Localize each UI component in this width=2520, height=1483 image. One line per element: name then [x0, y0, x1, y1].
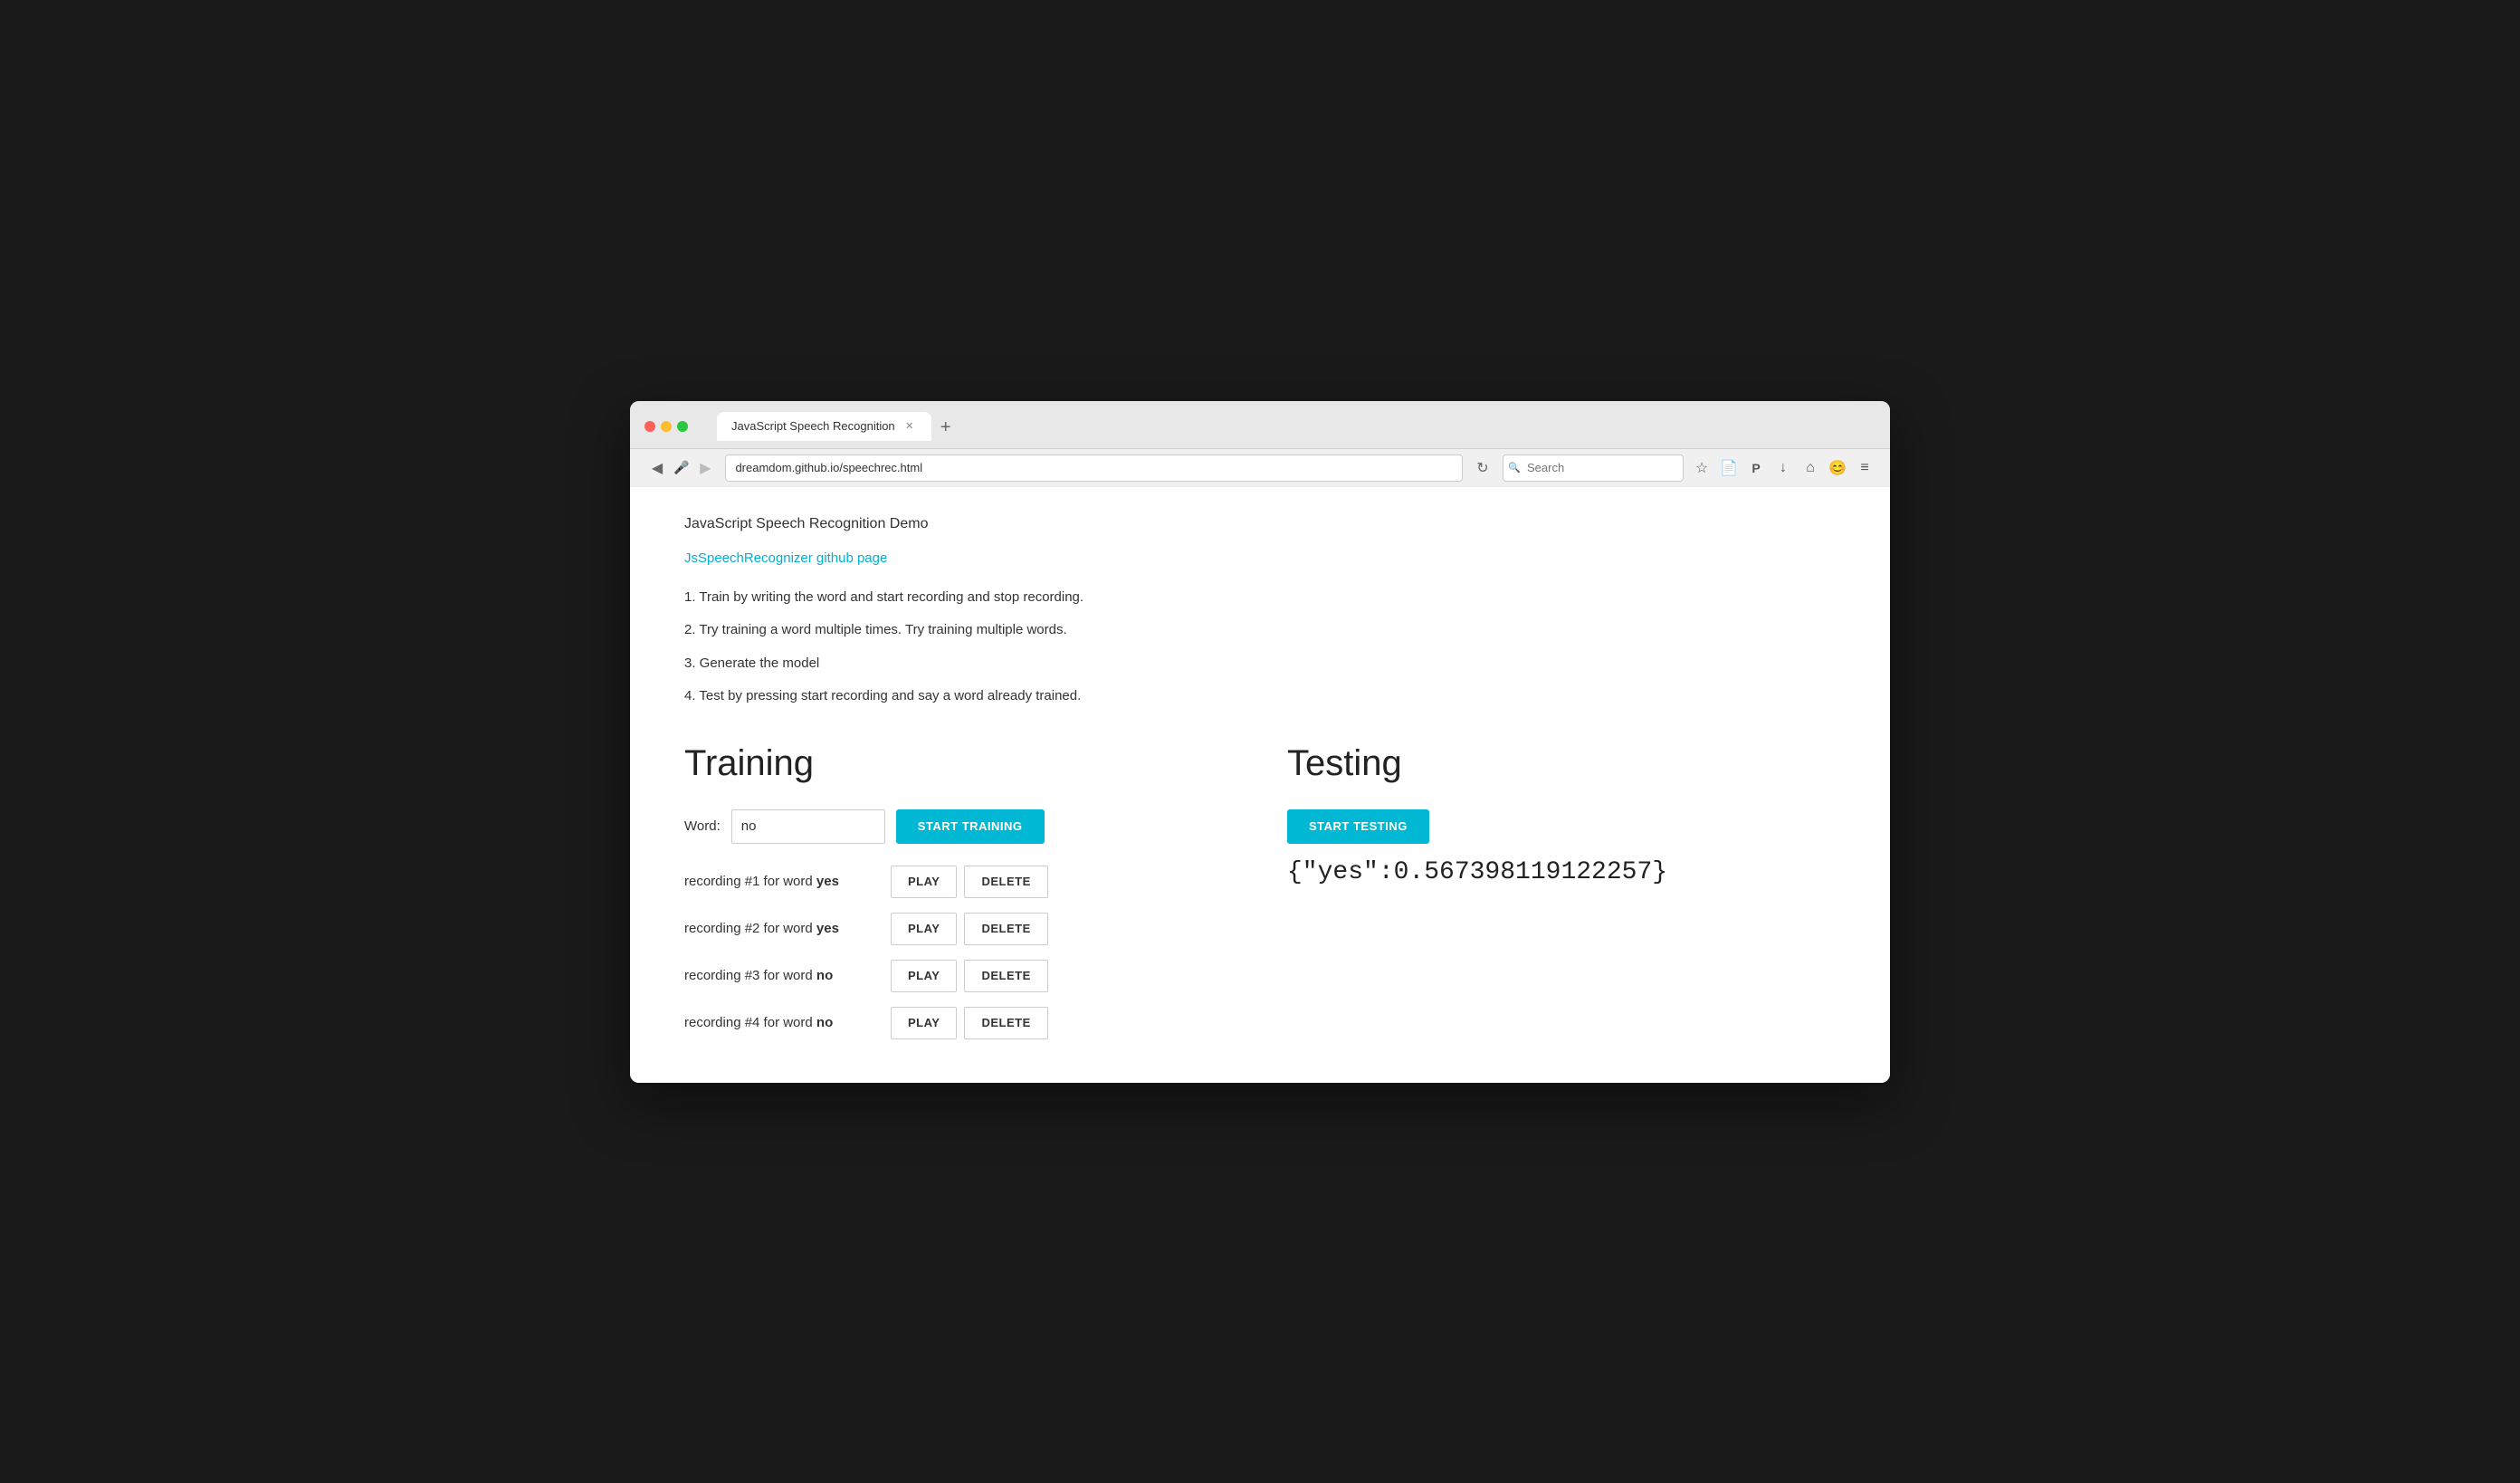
mic-icon: 🎤 [673, 460, 689, 475]
recording-label-3: recording #3 for word no [684, 968, 883, 983]
instruction-4: 4. Test by pressing start recording and … [684, 686, 1836, 707]
testing-result: {"yes":0.567398119122257} [1287, 858, 1836, 886]
back-button[interactable]: ◀ [644, 455, 670, 481]
instruction-3: 3. Generate the model [684, 654, 1836, 675]
recording-label-2: recording #2 for word yes [684, 921, 883, 936]
delete-button-2[interactable]: DELETE [964, 913, 1047, 945]
start-testing-button[interactable]: START TESTING [1287, 809, 1429, 844]
page-content: JavaScript Speech Recognition Demo JsSpe… [630, 487, 1890, 1083]
download-icon[interactable]: ↓ [1772, 457, 1794, 479]
forward-button[interactable]: ▶ [692, 455, 718, 481]
github-link[interactable]: JsSpeechRecognizer github page [684, 550, 887, 566]
minimize-button[interactable] [661, 421, 672, 432]
word-input[interactable] [731, 809, 885, 844]
recording-label-1: recording #1 for word yes [684, 874, 883, 889]
word-label: Word: [684, 818, 721, 834]
new-tab-button[interactable]: + [933, 416, 959, 441]
browser-window: JavaScript Speech Recognition ✕ + ◀ 🎤 ▶ … [630, 401, 1890, 1083]
tab-title: JavaScript Speech Recognition [731, 419, 895, 433]
nav-buttons: ◀ 🎤 ▶ [644, 455, 718, 481]
testing-heading: Testing [1287, 743, 1836, 784]
delete-button-3[interactable]: DELETE [964, 960, 1047, 992]
play-button-4[interactable]: PLAY [891, 1007, 957, 1039]
menu-icon[interactable]: ≡ [1854, 457, 1876, 479]
training-heading: Training [684, 743, 1233, 784]
training-section: Training Word: START TRAINING recording … [684, 743, 1269, 1054]
table-row: recording #2 for word yes PLAY DELETE [684, 913, 1233, 945]
instruction-1: 1. Train by writing the word and start r… [684, 588, 1836, 608]
table-row: recording #3 for word no PLAY DELETE [684, 960, 1233, 992]
search-wrapper: 🔍 [1503, 454, 1684, 482]
play-button-3[interactable]: PLAY [891, 960, 957, 992]
tab-close-button[interactable]: ✕ [902, 419, 917, 434]
avatar-icon[interactable]: 😊 [1827, 457, 1848, 479]
word-row: Word: START TRAINING [684, 809, 1233, 844]
title-bar: JavaScript Speech Recognition ✕ + [630, 401, 1890, 448]
tab-bar: JavaScript Speech Recognition ✕ + [702, 412, 973, 441]
search-input[interactable] [1503, 454, 1684, 482]
active-tab[interactable]: JavaScript Speech Recognition ✕ [717, 412, 931, 441]
start-training-button[interactable]: START TRAINING [896, 809, 1045, 844]
play-button-2[interactable]: PLAY [891, 913, 957, 945]
delete-button-4[interactable]: DELETE [964, 1007, 1047, 1039]
toolbar-icons: ☆ 📄 P ↓ ⌂ 😊 ≡ [1691, 457, 1876, 479]
table-row: recording #4 for word no PLAY DELETE [684, 1007, 1233, 1039]
home-icon[interactable]: ⌂ [1799, 457, 1821, 479]
page-title: JavaScript Speech Recognition Demo [684, 516, 1836, 532]
main-columns: Training Word: START TRAINING recording … [684, 743, 1836, 1054]
delete-button-1[interactable]: DELETE [964, 866, 1047, 898]
browser-chrome: JavaScript Speech Recognition ✕ + ◀ 🎤 ▶ … [630, 401, 1890, 487]
pocket-icon[interactable]: P [1745, 457, 1767, 479]
traffic-lights [644, 421, 688, 432]
table-row: recording #1 for word yes PLAY DELETE [684, 866, 1233, 898]
reader-icon[interactable]: 📄 [1718, 457, 1740, 479]
instruction-2: 2. Try training a word multiple times. T… [684, 620, 1836, 641]
maximize-button[interactable] [677, 421, 688, 432]
instructions: 1. Train by writing the word and start r… [684, 588, 1836, 707]
toolbar: ◀ 🎤 ▶ ↻ 🔍 ☆ 📄 P ↓ ⌂ 😊 ≡ [630, 448, 1890, 487]
testing-section: Testing START TESTING {"yes":0.567398119… [1269, 743, 1836, 1054]
play-button-1[interactable]: PLAY [891, 866, 957, 898]
url-bar[interactable] [725, 454, 1463, 482]
close-button[interactable] [644, 421, 655, 432]
reload-button[interactable]: ↻ [1470, 455, 1495, 481]
bookmark-icon[interactable]: ☆ [1691, 457, 1713, 479]
recording-label-4: recording #4 for word no [684, 1015, 883, 1030]
